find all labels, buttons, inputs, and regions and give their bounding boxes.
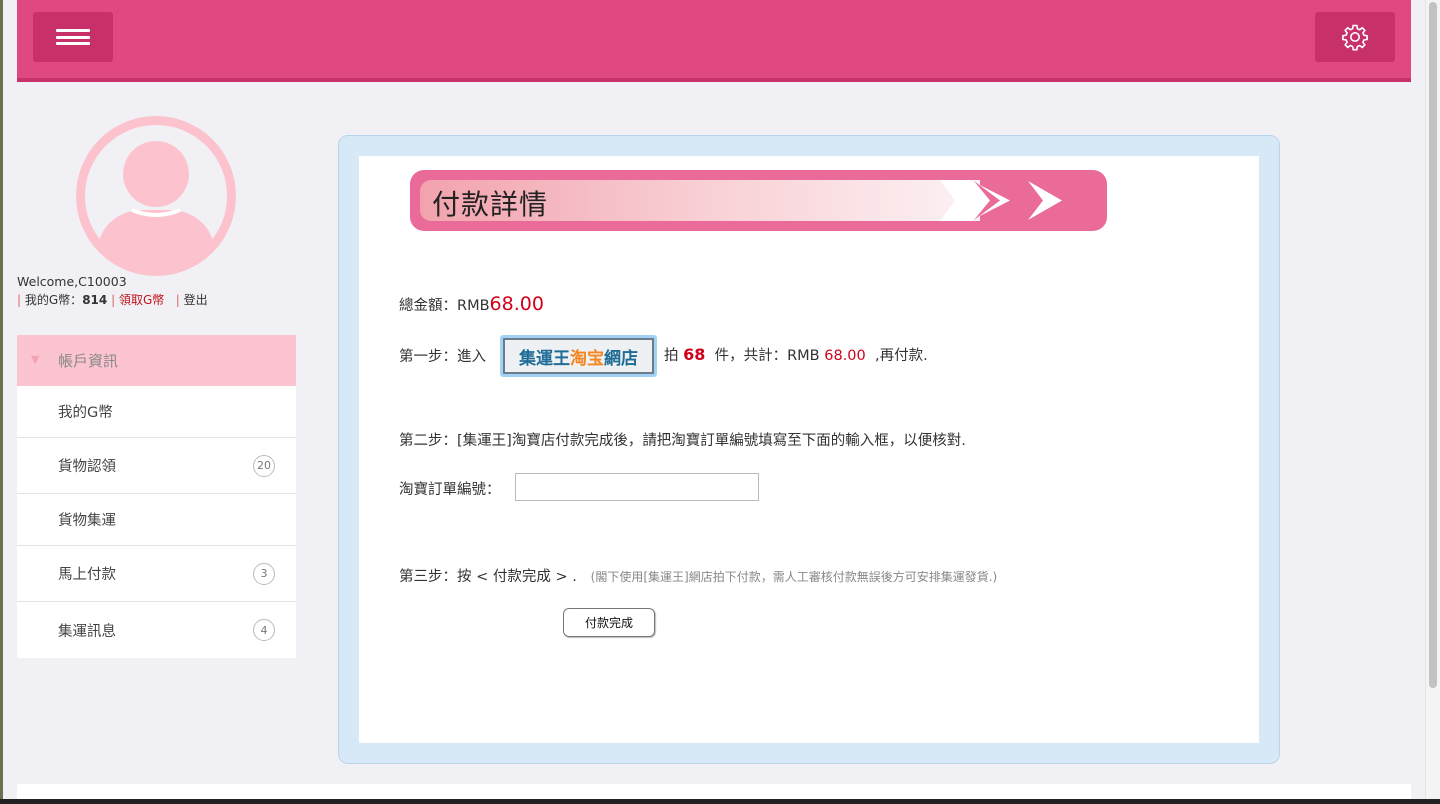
- window-bottom-edge: [0, 799, 1440, 804]
- count-badge: 4: [253, 619, 275, 641]
- sidebar-item-label: 集運訊息: [58, 623, 116, 640]
- total-label: 總金額：RMB: [399, 298, 490, 314]
- shop-btn-part3: 網店: [604, 348, 638, 369]
- sidebar-item-label: 貨物集運: [58, 513, 116, 529]
- step1-qty: 68: [683, 345, 706, 364]
- sidebar-nav: ▼ 帳戶資訊 我的G幣 貨物認領 20 貨物集運 馬上付款 3 集運訊息 4: [17, 335, 296, 658]
- sidebar-item-shipping-messages[interactable]: 集運訊息 4: [17, 602, 296, 658]
- page-title-banner: 付款詳情: [410, 170, 1107, 231]
- sidebar-head-account[interactable]: ▼ 帳戶資訊: [17, 335, 296, 386]
- my-g-value: 814: [82, 293, 108, 307]
- total-value: 68.00: [489, 293, 544, 315]
- gear-icon: [1342, 24, 1368, 51]
- menu-button[interactable]: [33, 12, 113, 62]
- step1-detail: 拍 68 件，共計：RMB 68.00 ,再付款.: [664, 344, 928, 365]
- sidebar-item-label: 馬上付款: [58, 567, 116, 583]
- settings-button[interactable]: [1315, 12, 1395, 62]
- step1-amount: 68.00: [824, 348, 866, 364]
- page-title: 付款詳情: [432, 188, 549, 221]
- taobao-shop-button[interactable]: 集運王 淘宝 網店: [500, 335, 657, 377]
- sidebar-item-consolidation[interactable]: 貨物集運: [17, 494, 296, 546]
- order-number-label: 淘寶訂單編號：: [399, 482, 501, 498]
- scrollbar[interactable]: [1425, 0, 1440, 804]
- step1-mid: 拍: [664, 348, 679, 364]
- avatar: [76, 116, 236, 276]
- account-links: | 我的G幣：814 | 領取G幣 | 登出: [17, 293, 208, 307]
- window-edge: [0, 0, 3, 804]
- hamburger-menu-icon: [56, 29, 90, 45]
- sidebar-item-my-g[interactable]: 我的G幣: [17, 386, 296, 438]
- sidebar-head-label: 帳戶資訊: [58, 352, 119, 370]
- sidebar-item-goods-claim[interactable]: 貨物認領 20: [17, 438, 296, 494]
- sidebar-item-label: 貨物認領: [58, 459, 116, 475]
- logout-link[interactable]: 登出: [184, 293, 208, 307]
- step1-prefix: 第一步：進入: [399, 349, 486, 365]
- my-g-label: 我的G幣：: [24, 293, 83, 307]
- count-badge: 20: [253, 454, 275, 477]
- top-bar: [17, 0, 1411, 82]
- shop-btn-part2: 淘宝: [570, 348, 604, 369]
- sidebar-item-pay-now[interactable]: 馬上付款 3: [17, 546, 296, 602]
- payment-complete-button[interactable]: 付款完成: [563, 608, 655, 637]
- step3-note: (閣下使用[集運王]網店拍下付款，需人工審核付款無誤後方可安排集運發貨.): [590, 570, 998, 584]
- step1-mid2: 件，共計：RMB: [714, 348, 820, 364]
- sidebar-item-label: 我的G幣: [58, 405, 113, 421]
- shop-btn-part1: 集運王: [519, 348, 570, 369]
- total-amount-row: 總金額：RMB68.00: [399, 293, 544, 315]
- chevron-down-icon: ▼: [31, 353, 40, 366]
- claim-g-link[interactable]: 領取G幣: [119, 293, 164, 307]
- order-number-input[interactable]: [515, 473, 759, 501]
- welcome-text: Welcome,C10003: [17, 274, 127, 289]
- step1-suffix: ,再付款.: [874, 348, 928, 364]
- step2-text: 第二步：[集運王]淘寶店付款完成後，請把淘寶訂單編號填寫至下面的輸入框，以便核對…: [399, 433, 966, 449]
- step3-row: 第三步：按 < 付款完成 > . (閣下使用[集運王]網店拍下付款，需人工審核付…: [399, 565, 997, 586]
- step3-text: 第三步：按 < 付款完成 > .: [399, 569, 577, 585]
- scrollbar-thumb[interactable]: [1429, 2, 1437, 688]
- count-badge: 3: [253, 562, 275, 585]
